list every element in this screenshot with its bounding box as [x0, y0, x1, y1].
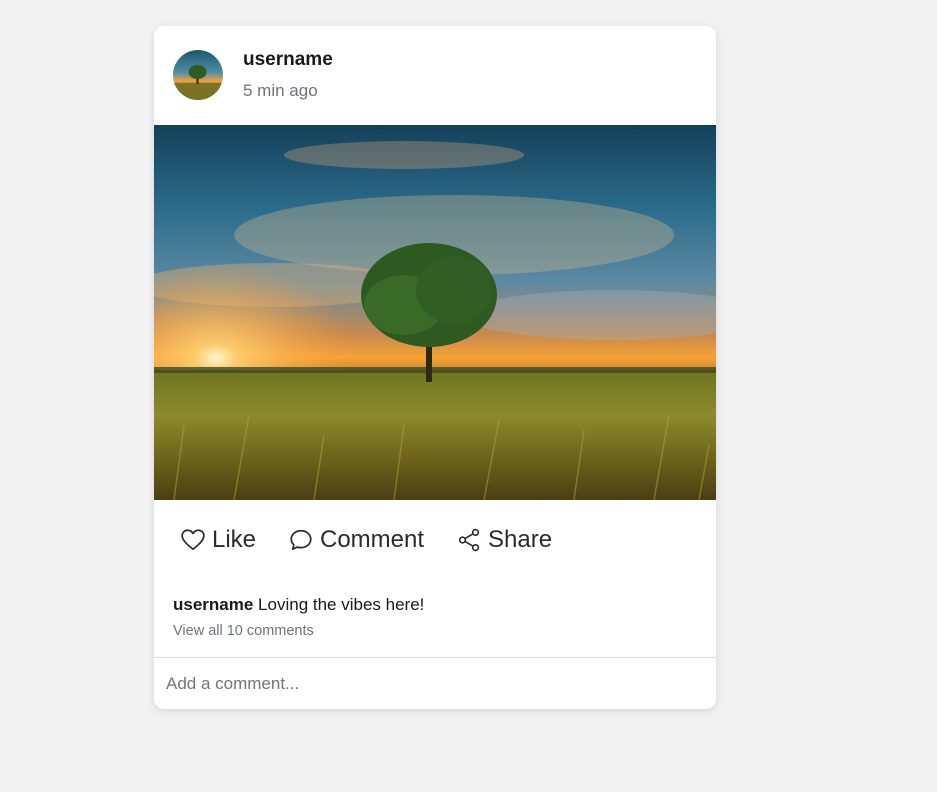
post-timestamp: 5 min ago: [243, 81, 318, 100]
like-button[interactable]: Like: [180, 524, 256, 556]
share-button[interactable]: Share: [456, 524, 552, 556]
post-actions: Like Comment Share: [154, 500, 716, 580]
share-label: Share: [488, 526, 553, 553]
comment-button[interactable]: Comment: [288, 524, 424, 556]
add-comment-input[interactable]: [154, 658, 716, 709]
avatar[interactable]: [173, 50, 223, 100]
post-caption: username Loving the vibes here!: [173, 595, 424, 615]
comment-label: Comment: [320, 526, 425, 553]
like-label: Like: [212, 526, 257, 553]
post-image: [154, 125, 716, 500]
post-username[interactable]: username: [243, 49, 333, 71]
view-all-comments-link[interactable]: View all 10 comments: [173, 623, 314, 639]
caption-username[interactable]: username: [173, 595, 253, 614]
post-card: username 5 min ago Like Comment Share us…: [154, 26, 716, 709]
heart-icon: [181, 529, 205, 551]
speech-bubble-icon: [290, 529, 312, 551]
avatar-image: [173, 50, 223, 100]
share-nodes-icon: [458, 528, 480, 552]
caption-text: Loving the vibes here!: [253, 595, 425, 614]
post-header: username 5 min ago: [154, 26, 716, 125]
